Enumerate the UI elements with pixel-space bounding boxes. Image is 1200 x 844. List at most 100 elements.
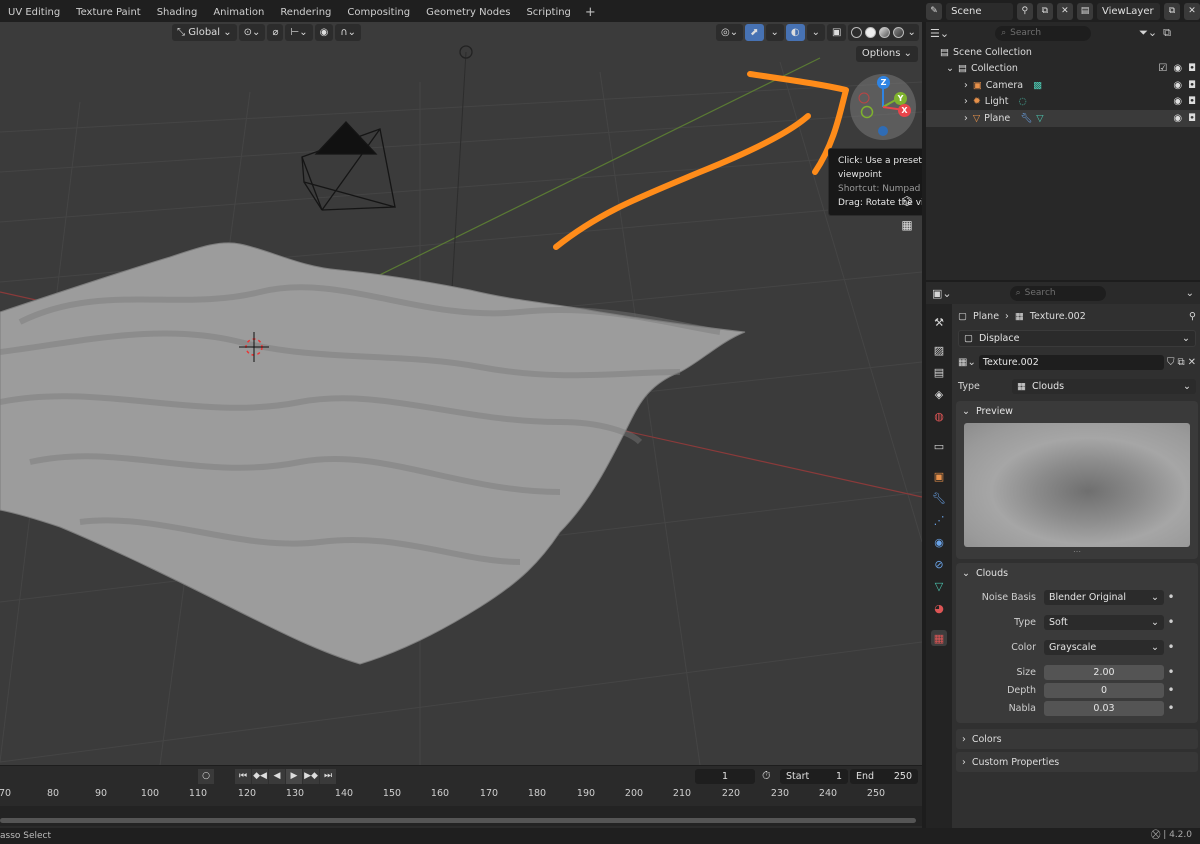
expand-chevron-icon[interactable]: ›	[964, 113, 968, 124]
auto-keying-icon[interactable]: ○	[198, 769, 214, 784]
texture-type-dropdown[interactable]: ▦ Clouds ⌄	[1012, 378, 1196, 394]
viewlayer-browse-icon[interactable]: ▤	[1076, 2, 1093, 20]
expand-chevron-icon[interactable]: ›	[964, 96, 968, 107]
timeline-scrollbar[interactable]	[0, 818, 916, 823]
preview-panel-header[interactable]: ⌄ Preview	[956, 401, 1198, 421]
pin-icon[interactable]: ⚲	[1189, 311, 1196, 322]
size-field[interactable]: 2.00	[1044, 664, 1164, 680]
nabla-field[interactable]: 0.03	[1044, 700, 1164, 716]
scene-pin-icon[interactable]: ⚲	[1016, 2, 1033, 20]
stopwatch-icon[interactable]: ⏱	[762, 769, 771, 783]
falloff-dropdown[interactable]: ∩ ⌄	[335, 24, 362, 41]
proportional-editing-toggle[interactable]: ◉	[314, 24, 334, 41]
eye-icon[interactable]: ◉	[1173, 80, 1182, 91]
render-tab-icon[interactable]: ▨	[931, 342, 947, 358]
colors-panel-header[interactable]: › Colors	[956, 729, 1198, 749]
eye-icon[interactable]: ◉	[1173, 96, 1182, 107]
delete-scene-icon[interactable]: ✕	[1056, 2, 1073, 20]
texture-name-field[interactable]: Texture.002	[978, 354, 1164, 370]
new-viewlayer-icon[interactable]: ⧉	[1163, 2, 1180, 20]
preview-resize-handle[interactable]: ⋯	[956, 547, 1198, 559]
snap-toggle[interactable]: ⌀	[267, 24, 284, 41]
modifier-selector[interactable]: ▢ Displace ⌄	[958, 330, 1196, 347]
material-tab-icon[interactable]: ◕	[931, 600, 947, 616]
duplicate-icon[interactable]: ⧉	[1177, 357, 1184, 368]
ortho-toggle-icon[interactable]: ▦	[896, 214, 918, 236]
viewlayer-name-field[interactable]: ViewLayer	[1097, 2, 1160, 20]
new-collection-icon[interactable]: ⧉	[1163, 26, 1171, 40]
camera-render-icon[interactable]: ◘	[1188, 80, 1196, 91]
outliner-row-plane[interactable]: › ▽ Plane 🔧︎ ▽ ◉ ◘	[926, 110, 1200, 127]
transform-orientation-dropdown[interactable]: ⤡ Global ⌄	[172, 24, 237, 41]
fake-user-icon[interactable]: ⛉	[1167, 357, 1175, 368]
play-reverse-icon[interactable]: ◀	[269, 769, 285, 784]
output-tab-icon[interactable]: ▤	[931, 364, 947, 380]
data-tab-icon[interactable]: ▽	[931, 578, 947, 594]
scene-tab-icon[interactable]: ◍	[931, 408, 947, 424]
expand-chevron-icon[interactable]: ⌄	[946, 63, 954, 74]
gizmo-x-axis[interactable]: X	[898, 104, 911, 117]
editor-type-icon[interactable]: ▣⌄	[932, 287, 952, 300]
options-chevron-icon[interactable]: ⌄	[1186, 288, 1194, 299]
end-frame-field[interactable]: End 250	[850, 769, 918, 784]
scene-browse-icon[interactable]: ✎	[926, 2, 943, 20]
jump-start-icon[interactable]: ⏮	[235, 769, 251, 784]
frame-ruler[interactable]: 70 80 90 100 110 120 130 140 150 160 170…	[0, 788, 922, 804]
noise-type-dropdown[interactable]: Soft ⌄	[1044, 614, 1164, 630]
keyframe-dot-icon[interactable]: •	[1164, 590, 1178, 604]
expand-chevron-icon[interactable]: ›	[964, 80, 968, 91]
overlays-dropdown[interactable]: ⌄	[806, 24, 826, 41]
overlays-toggle[interactable]: ◐	[785, 24, 805, 41]
outliner-row-scene-collection[interactable]: ▤ Scene Collection	[926, 44, 1200, 61]
camera-render-icon[interactable]: ◘	[1188, 63, 1196, 74]
rendered-shading-icon[interactable]	[893, 27, 905, 38]
keyframe-dot-icon[interactable]: •	[1164, 683, 1178, 697]
particles-tab-icon[interactable]: ⋰	[931, 512, 947, 528]
keyframe-dot-icon[interactable]: •	[1164, 665, 1178, 679]
filter-icon[interactable]: ⏷⌄	[1139, 26, 1157, 40]
camera-render-icon[interactable]: ◘	[1188, 96, 1196, 107]
play-icon[interactable]: ▶	[286, 769, 302, 784]
jump-keyframe-forward-icon[interactable]: ▶◆	[303, 769, 319, 784]
keyframe-dot-icon[interactable]: •	[1164, 615, 1178, 629]
physics-tab-icon[interactable]: ◉	[931, 534, 947, 550]
checkbox-icon[interactable]: ☑	[1158, 63, 1167, 74]
world-tab-icon[interactable]: ▭	[931, 438, 947, 454]
texture-tab-icon[interactable]: ▦	[931, 630, 947, 646]
outliner-row-collection[interactable]: ⌄ ▤ Collection ☑ ◉ ◘	[926, 61, 1200, 78]
modifier-tab-icon[interactable]: 🔧︎	[931, 490, 947, 506]
camera-render-icon[interactable]: ◘	[1188, 113, 1196, 124]
keyframe-dot-icon[interactable]: •	[1164, 640, 1178, 654]
visibility-dropdown[interactable]: ◎ ⌄	[716, 24, 744, 41]
shading-dropdown-icon[interactable]: ⌄	[907, 27, 915, 38]
constraints-tab-icon[interactable]: ⊘	[931, 556, 947, 572]
custom-properties-panel-header[interactable]: › Custom Properties	[956, 752, 1198, 772]
timeline-track[interactable]	[0, 806, 922, 826]
gizmo-z-axis[interactable]: Z	[877, 76, 890, 89]
gizmo-toggle[interactable]: ⬈	[745, 24, 764, 41]
outliner-display-mode-icon[interactable]: ☰⌄	[930, 27, 949, 40]
view-layer-tab-icon[interactable]: ◈	[931, 386, 947, 402]
pivot-point-dropdown[interactable]: ⊙ ⌄	[238, 24, 266, 41]
clouds-panel-header[interactable]: ⌄ Clouds	[956, 563, 1198, 583]
keyframe-dot-icon[interactable]: •	[1164, 701, 1178, 715]
start-frame-field[interactable]: Start 1	[780, 769, 848, 784]
scene-name-field[interactable]: Scene	[946, 2, 1013, 20]
new-scene-icon[interactable]: ⧉	[1036, 2, 1053, 20]
jump-end-icon[interactable]: ⏭	[320, 769, 336, 784]
eye-icon[interactable]: ◉	[1173, 113, 1182, 124]
options-dropdown[interactable]: Options ⌄	[855, 46, 918, 62]
tool-tab-icon[interactable]: ⚒	[931, 314, 947, 330]
camera-object[interactable]	[301, 121, 396, 211]
noise-basis-dropdown[interactable]: Blender Original ⌄	[1044, 589, 1164, 605]
displaced-plane-mesh[interactable]	[0, 242, 746, 665]
solid-shading-icon[interactable]	[865, 27, 877, 38]
outliner-row-camera[interactable]: › ▣ Camera ▩ ◉ ◘	[926, 77, 1200, 94]
gizmo-dropdown[interactable]: ⌄	[765, 24, 784, 41]
outliner-search[interactable]: ⌕ Search	[995, 25, 1092, 41]
close-icon[interactable]: ✕	[1188, 357, 1196, 368]
object-tab-icon[interactable]: ▣	[931, 468, 947, 484]
jump-keyframe-back-icon[interactable]: ◆◀	[252, 769, 268, 784]
camera-view-icon[interactable]: ⌬	[896, 190, 918, 212]
texture-browse-icon[interactable]: ▦⌄	[958, 357, 976, 368]
